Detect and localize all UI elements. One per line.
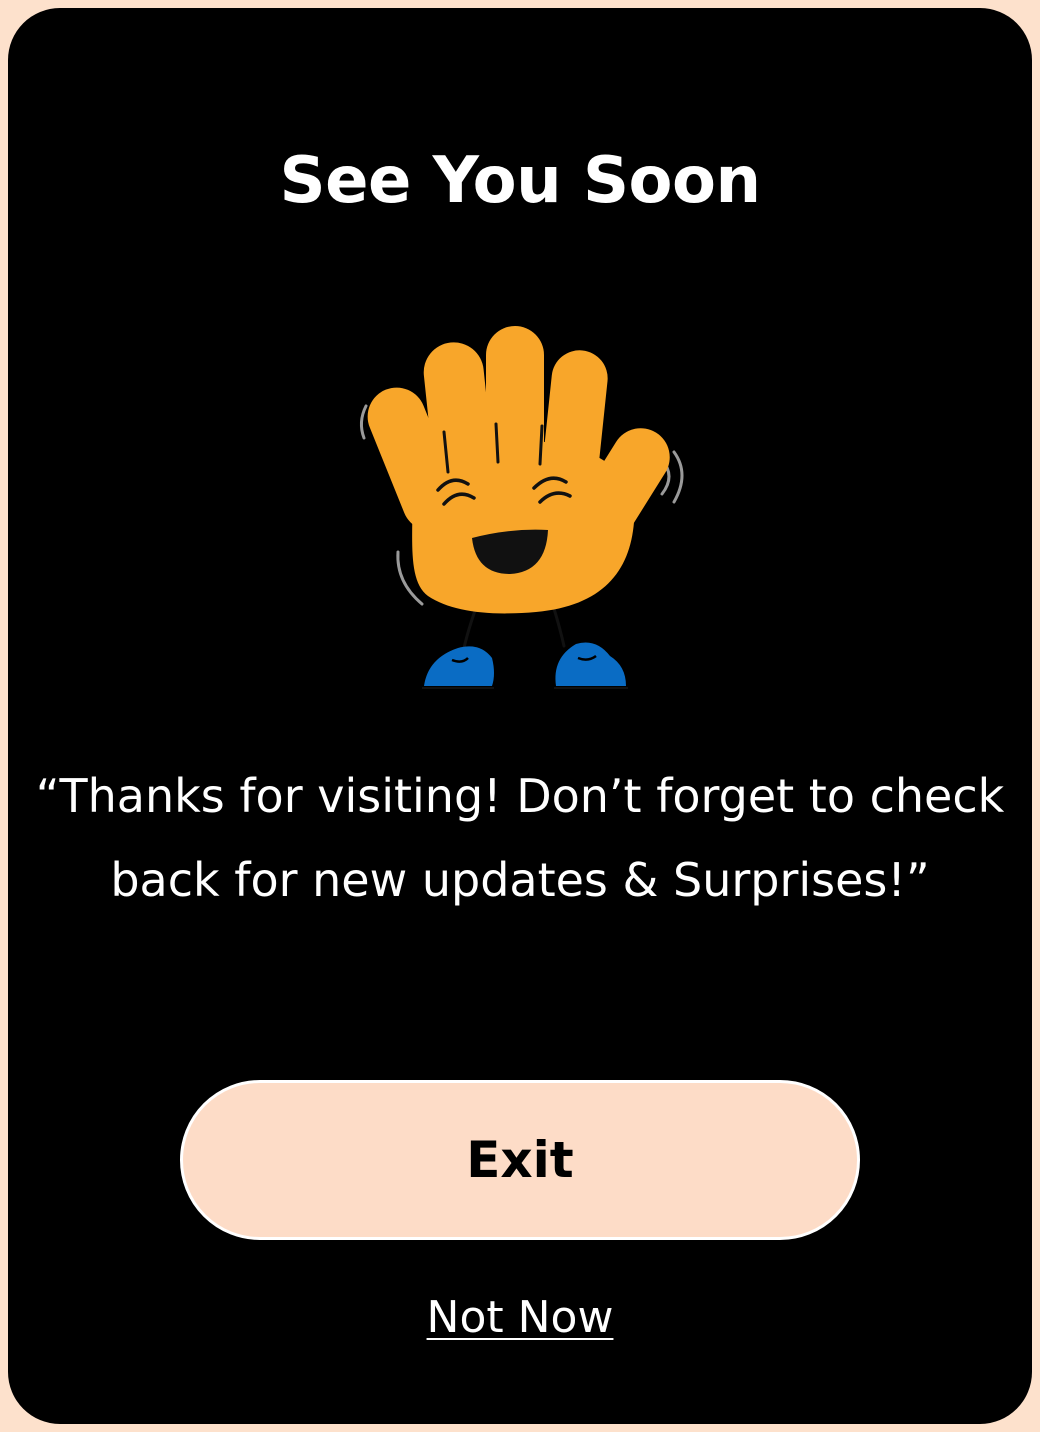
not-now-link[interactable]: Not Now bbox=[8, 1290, 1032, 1346]
exit-button[interactable]: Exit bbox=[180, 1080, 860, 1240]
dialog-title: See You Soon bbox=[279, 144, 761, 218]
waving-hand-mascot-icon bbox=[359, 326, 684, 689]
farewell-message: “Thanks for visiting! Don’t forget to ch… bbox=[35, 769, 1005, 907]
goodbye-dialog: See You Soon “Thanks for visiting! Don’t… bbox=[8, 8, 1032, 1424]
